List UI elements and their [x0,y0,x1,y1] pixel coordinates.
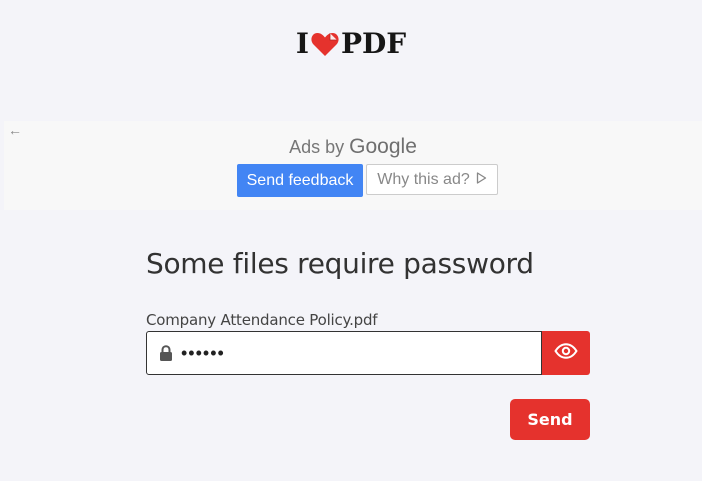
ads-by-label: Ads by [289,137,345,157]
show-password-button[interactable] [542,331,590,375]
page-title: Some files require password [146,247,534,280]
eye-icon [554,342,578,364]
file-name-label: Company Attendance Policy.pdf [146,311,378,329]
ad-buttons: Send feedback Why this ad? [237,164,498,197]
logo-prefix: I [295,27,309,60]
send-feedback-button[interactable]: Send feedback [237,164,363,197]
play-outline-icon [476,164,487,195]
lock-icon [159,345,173,361]
ilovepdf-logo[interactable]: I PDF [0,24,702,64]
why-this-ad-button[interactable]: Why this ad? [366,164,498,195]
ad-banner: ← Ads by Google Send feedback Why this a… [4,121,702,210]
google-wordmark: Google [349,135,417,158]
send-button[interactable]: Send [510,399,590,440]
why-this-ad-label: Why this ad? [377,171,470,188]
logo-suffix: PDF [340,27,407,60]
heart-icon [310,29,340,57]
password-field[interactable] [146,331,542,375]
ads-by-google: Ads by Google [4,135,702,159]
password-input[interactable] [181,332,521,374]
